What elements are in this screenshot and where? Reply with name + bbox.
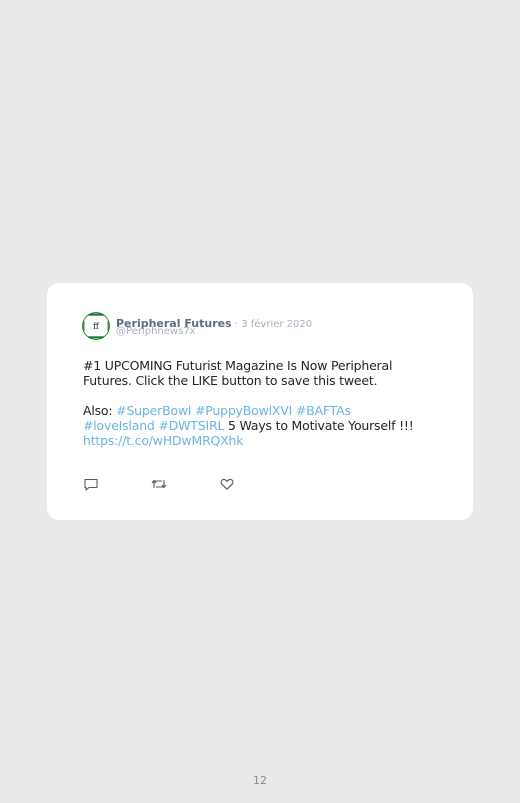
reply-icon [84, 478, 98, 491]
hashtag-loveisland[interactable]: #loveIsland [83, 418, 155, 433]
hashtag-puppybowl[interactable]: #PuppyBowlXVI [195, 403, 292, 418]
tweet-card: ff Peripheral Futures · 3 février 2020 @… [47, 283, 473, 520]
page-number: 12 [253, 774, 267, 787]
tweet-line-4: https://t.co/wHDwMRQXhk [83, 433, 433, 448]
like-button[interactable] [219, 476, 235, 492]
tweet-date[interactable]: 3 février 2020 [241, 319, 312, 330]
retweet-icon [151, 479, 167, 489]
hashtag-dwtsirl[interactable]: #DWTSIRL [158, 418, 224, 433]
tweet-line-2: Also: #SuperBowl #PuppyBowlXVI #BAFTAs [83, 403, 433, 418]
hashtag-superbowl[interactable]: #SuperBowl [116, 403, 191, 418]
tweet-tail-text: 5 Ways to Motivate Yourself !!! [224, 418, 414, 433]
also-prefix: Also: [83, 403, 117, 418]
separator: · [231, 319, 242, 330]
tweet-link[interactable]: https://t.co/wHDwMRQXhk [83, 433, 244, 448]
tweet-line-1: #1 UPCOMING Futurist Magazine Is Now Per… [83, 358, 393, 388]
tweet-text: #1 UPCOMING Futurist Magazine Is Now Per… [83, 358, 433, 448]
avatar[interactable]: ff [82, 312, 110, 340]
heart-icon [220, 478, 234, 490]
reply-button[interactable] [83, 476, 99, 492]
retweet-button[interactable] [150, 476, 167, 492]
avatar-logo-icon: ff [82, 312, 110, 340]
hashtag-baftas[interactable]: #BAFTAs [296, 403, 351, 418]
user-handle[interactable]: @Periphnews7x [116, 326, 196, 337]
tweet-line-3: #loveIsland #DWTSIRL 5 Ways to Motivate … [83, 418, 433, 433]
